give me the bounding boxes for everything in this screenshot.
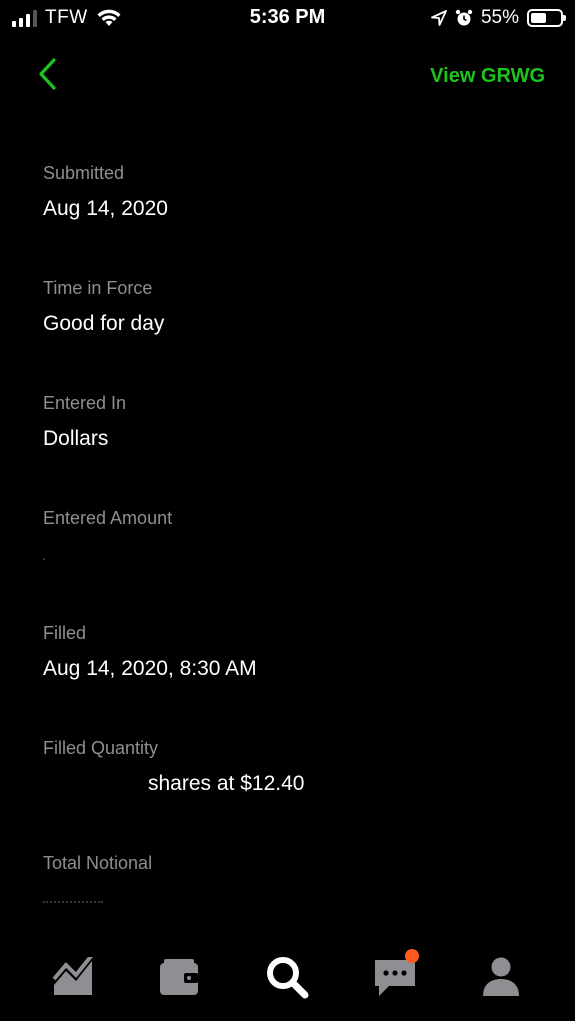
detail-row-submitted: Submitted Aug 14, 2020 [43, 160, 543, 275]
detail-value [43, 884, 543, 914]
detail-value: Dollars [43, 427, 109, 450]
detail-row-filled: Filled Aug 14, 2020, 8:30 AM [43, 620, 543, 735]
detail-row-entered-in: Entered In Dollars [43, 390, 543, 505]
battery-percent: 55% [480, 7, 519, 28]
status-right: 55% [431, 6, 566, 30]
detail-row-time-in-force: Time in Force Good for day [43, 275, 543, 390]
tab-messages[interactable] [367, 949, 423, 1005]
detail-label: Filled [43, 623, 87, 643]
detail-value: shares at $12.40 [148, 772, 305, 795]
tab-account[interactable] [151, 949, 207, 1005]
chevron-left-icon [39, 58, 56, 90]
detail-label: Entered In [43, 393, 127, 413]
tab-investing[interactable] [45, 949, 101, 1005]
order-details: Submitted Aug 14, 2020 Time in Force Goo… [43, 160, 543, 965]
view-stock-link[interactable]: View GRWG [430, 65, 545, 88]
detail-label: Filled Quantity [43, 738, 159, 758]
notification-badge [405, 949, 419, 963]
chart-icon [52, 957, 93, 995]
battery-icon [527, 9, 566, 27]
detail-label: Total Notional [43, 853, 153, 873]
detail-value: Aug 14, 2020 [43, 197, 168, 220]
detail-value: Aug 14, 2020, 8:30 AM [43, 657, 257, 680]
tab-bar [0, 935, 575, 1021]
detail-value [43, 539, 543, 569]
alarm-icon [455, 9, 473, 26]
status-bar: TFW 5:36 PM 55% [0, 0, 575, 38]
order-detail-screen: TFW 5:36 PM 55% View GRWG Submitted Aug … [0, 0, 575, 1021]
tab-search[interactable] [259, 949, 315, 1005]
detail-row-filled-quantity: Filled Quantity shares at $12.40 [43, 735, 543, 850]
account-icon [483, 957, 519, 996]
search-icon [267, 957, 309, 999]
tab-profile[interactable] [473, 949, 529, 1005]
detail-label: Entered Amount [43, 508, 173, 528]
wallet-icon [160, 959, 198, 995]
back-button[interactable] [30, 55, 64, 93]
detail-label: Time in Force [43, 278, 153, 298]
detail-row-entered-amount: Entered Amount [43, 505, 543, 620]
location-icon [431, 10, 447, 26]
detail-value: Good for day [43, 312, 165, 335]
detail-label: Submitted [43, 163, 125, 183]
